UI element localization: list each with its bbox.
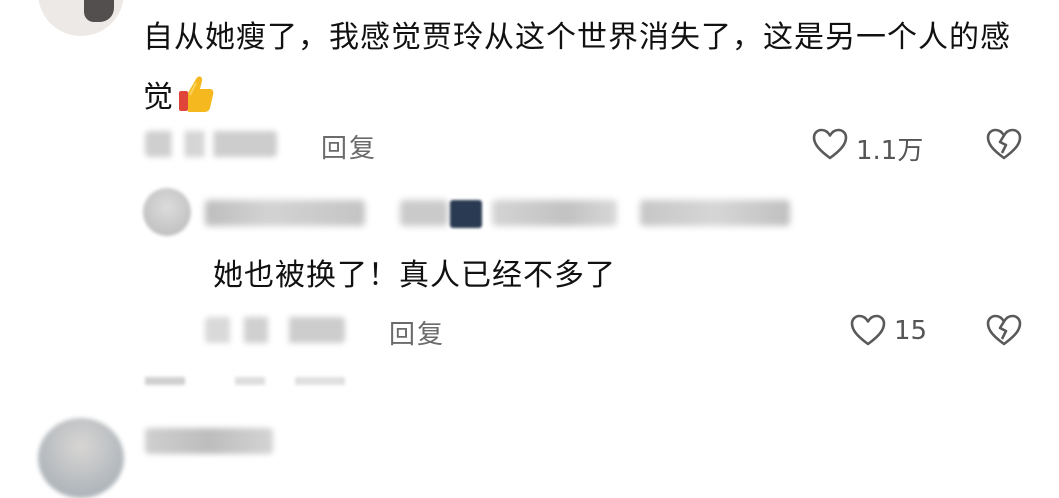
reply-username-blurred — [400, 200, 448, 226]
broken-heart-icon[interactable] — [985, 313, 1023, 347]
thumbs-up-icon — [176, 71, 216, 115]
comment-text: 自从她瘦了，我感觉贾玲从这个世界消失了，这是另一个人的感觉 — [143, 8, 1023, 128]
commenter-avatar[interactable] — [38, 0, 124, 36]
reply-username-blurred — [205, 200, 365, 226]
heart-icon[interactable] — [849, 313, 887, 347]
next-reply-blurred — [145, 377, 345, 385]
reply-button[interactable]: 回复 — [389, 314, 445, 351]
heart-icon[interactable] — [811, 127, 849, 161]
reply-avatar[interactable] — [143, 188, 191, 236]
timestamp-blurred — [145, 131, 277, 157]
reply-text: 她也被换了！真人已经不多了 — [213, 258, 616, 293]
like-count: 1.1万 — [856, 136, 924, 166]
comment-body: 自从她瘦了，我感觉贾玲从这个世界消失了，这是另一个人的感觉 — [143, 20, 1011, 115]
avatar-image — [84, 0, 114, 22]
reply-timestamp-blurred — [205, 317, 345, 343]
next-commenter-avatar[interactable] — [38, 418, 124, 498]
reply-target-blurred — [492, 200, 617, 226]
next-username-blurred — [145, 428, 273, 454]
reply-button[interactable]: 回复 — [321, 128, 377, 165]
broken-heart-icon[interactable] — [985, 127, 1023, 161]
reply-target-blurred — [640, 200, 790, 226]
like-count: 15 — [894, 316, 928, 346]
reply-badge-image — [450, 200, 482, 228]
